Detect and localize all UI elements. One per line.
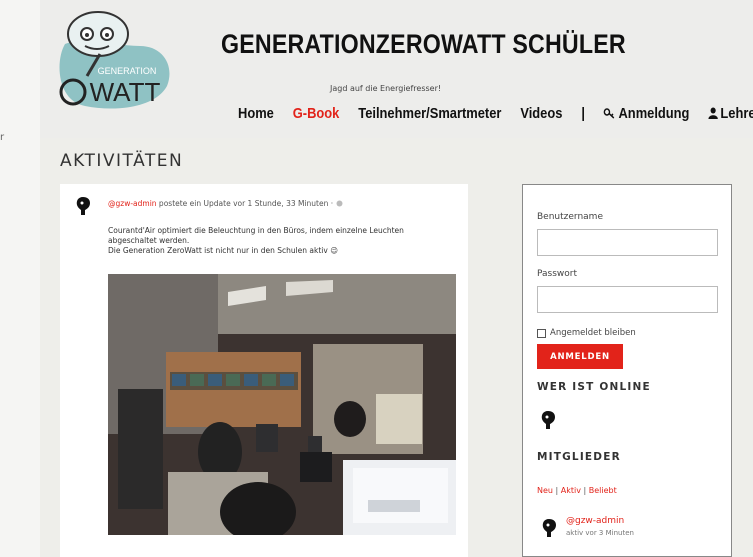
key-icon (604, 108, 615, 119)
nav-lehrer[interactable]: Lehrer (708, 105, 753, 122)
activity-header: @gzw-admin postete ein Update vor 1 Stun… (108, 199, 343, 208)
activity-photo[interactable] (108, 274, 456, 535)
logo-text-watt: WATT (90, 77, 161, 107)
logo-text-generation: GENERATION (98, 66, 157, 76)
username-label: Benutzername (537, 212, 603, 222)
activity-text-2: Die Generation ZeroWatt ist nicht nur in… (108, 246, 339, 255)
nav-lehrer-label: Lehrer (720, 105, 753, 122)
main-navigation: Home G-Book Teilnehmer/Smartmeter Videos… (238, 105, 753, 122)
activity-meta: postete ein Update vor 1 Stunde, 33 Minu… (156, 199, 336, 208)
remember-me[interactable]: Angemeldet bleiben (537, 328, 636, 338)
member-tab-neu[interactable]: Neu (537, 486, 553, 495)
nav-separator: | (581, 105, 585, 122)
nav-videos[interactable]: Videos (520, 105, 562, 122)
site-tagline: Jagd auf die Energiefresser! (330, 84, 442, 93)
online-title: WER IST ONLINE (537, 381, 651, 393)
members-title: MITGLIEDER (537, 451, 621, 463)
nav-anmeldung-label: Anmeldung (618, 105, 690, 122)
left-window-strip: r (0, 0, 40, 557)
site-logo[interactable]: GENERATION WATT (45, 6, 175, 116)
site-title[interactable]: GENERATIONZEROWATT SCHÜLER (221, 29, 626, 60)
username-field[interactable] (537, 229, 718, 256)
password-field[interactable] (537, 286, 718, 313)
remember-label: Angemeldet bleiben (550, 328, 636, 338)
nav-gbook[interactable]: G-Book (293, 105, 340, 122)
avatar-icon[interactable] (75, 196, 91, 216)
activity-content: Courantd'Air optimiert die Beleuchtung i… (108, 226, 408, 256)
member-tab-beliebt[interactable]: Beliebt (589, 486, 617, 495)
nav-home[interactable]: Home (238, 105, 274, 122)
nav-anmeldung[interactable]: Anmeldung (604, 105, 690, 122)
activity-text-1: Courantd'Air optimiert die Beleuchtung i… (108, 226, 404, 245)
member-name-link[interactable]: @gzw-admin (566, 516, 624, 526)
nav-teilnehmer[interactable]: Teilnehmer/Smartmeter (358, 105, 501, 122)
link-icon[interactable] (336, 200, 343, 207)
left-strip-fragment: r (0, 132, 5, 143)
member-avatar-icon[interactable] (541, 518, 557, 538)
page-title: AKTIVITÄTEN (60, 151, 184, 171)
password-label: Passwort (537, 269, 578, 279)
login-button[interactable]: ANMELDEN (537, 344, 623, 369)
remember-checkbox[interactable] (537, 328, 546, 338)
activity-user-link[interactable]: @gzw-admin (108, 199, 157, 208)
person-icon (708, 107, 718, 119)
member-tab-aktiv[interactable]: Aktiv (561, 486, 581, 495)
online-user-avatar-icon[interactable] (540, 410, 556, 430)
member-status: aktiv vor 3 Minuten (566, 529, 634, 537)
member-tabs: Neu | Aktiv | Beliebt (537, 486, 617, 495)
